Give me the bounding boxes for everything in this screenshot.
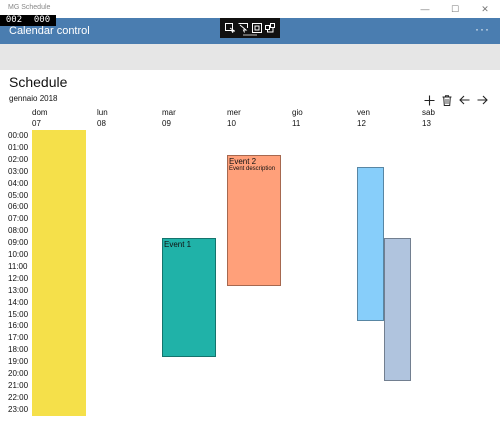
day-name: mar	[162, 108, 176, 117]
hour-label: 10:00	[8, 250, 29, 259]
track-focused-element-button[interactable]	[265, 23, 276, 33]
event-title	[32, 130, 86, 131]
trash-icon	[442, 94, 452, 106]
hour-label: 17:00	[8, 333, 29, 343]
event-title: Event 1	[164, 240, 192, 250]
title-bar: MG Schedule — ☐ ✕	[0, 0, 500, 18]
previous-week-button[interactable]	[457, 93, 471, 107]
hour-label: 14:00	[8, 297, 29, 307]
day-number: 10	[227, 119, 236, 128]
day-number: 13	[422, 119, 431, 128]
maximize-button[interactable]: ☐	[440, 0, 470, 18]
day-header[interactable]: lun 08	[97, 107, 137, 129]
header-title: Calendar control	[9, 25, 90, 37]
close-button[interactable]: ✕	[470, 0, 500, 18]
hour-label: 11:00	[8, 261, 28, 271]
minimize-button[interactable]: —	[410, 0, 440, 18]
day-header[interactable]: sab 13	[422, 107, 462, 129]
hour-label: 04:00	[8, 178, 29, 188]
day-name: gio	[292, 108, 303, 117]
day-number: 09	[162, 119, 171, 128]
fps-counter-right: 000	[33, 15, 51, 25]
select-element-button[interactable]	[238, 23, 249, 33]
event-title: Event 2	[229, 156, 257, 166]
event-block[interactable]	[32, 130, 86, 416]
month-label: gennaio 2018	[9, 94, 58, 103]
add-event-button[interactable]	[422, 93, 436, 107]
hour-label: 22:00	[8, 392, 29, 402]
day-name: sab	[422, 108, 435, 117]
hour-label: 09:00	[8, 238, 29, 248]
hour-label: 13:00	[8, 285, 29, 295]
hour-label: 02:00	[8, 154, 29, 164]
hour-label: 23:00	[8, 404, 29, 414]
event-block[interactable]	[357, 166, 384, 322]
close-icon: ✕	[481, 3, 489, 14]
event-block[interactable]: Event 2 Event description	[227, 154, 281, 286]
hour-label: 06:00	[8, 202, 29, 212]
hour-label: 07:00	[8, 214, 29, 224]
arrow-left-icon	[458, 95, 469, 105]
day-number: 07	[32, 119, 41, 128]
day-number: 12	[357, 119, 366, 128]
add-icon	[424, 95, 434, 105]
event-description: Event description	[229, 165, 276, 172]
maximize-icon: ☐	[450, 3, 460, 14]
day-header[interactable]: gio 11	[292, 107, 332, 129]
hour-label: 18:00	[8, 345, 29, 355]
select-element-icon	[238, 23, 249, 33]
day-header[interactable]: mar 09	[162, 107, 202, 129]
display-layout-adorners-button[interactable]	[251, 23, 262, 33]
hour-label: 15:00	[8, 309, 29, 319]
hour-label: 03:00	[8, 166, 29, 176]
hour-label: 08:00	[8, 226, 29, 236]
command-strip	[0, 44, 500, 70]
go-to-live-tree-button[interactable]	[224, 23, 235, 33]
hour-label: 01:00	[8, 142, 29, 152]
day-header[interactable]: mer 10	[227, 107, 267, 129]
arrow-right-icon	[477, 95, 488, 105]
track-focus-icon	[265, 23, 276, 33]
next-week-button[interactable]	[475, 93, 489, 107]
hour-label: 20:00	[8, 369, 29, 378]
fps-counter-left: 002	[5, 15, 23, 25]
delete-event-button[interactable]	[440, 93, 454, 107]
day-name: dom	[32, 108, 48, 117]
live-tree-icon	[224, 23, 235, 33]
hour-label: 05:00	[8, 190, 29, 200]
hour-label: 16:00	[8, 321, 29, 331]
hour-label: 19:00	[8, 357, 29, 367]
more-options-button[interactable]: ···	[475, 22, 490, 36]
day-header[interactable]: dom 07	[32, 107, 72, 129]
day-name: ven	[357, 108, 370, 117]
schedule-title: Schedule	[9, 74, 68, 90]
day-header[interactable]: ven 12	[357, 107, 397, 129]
event-title	[358, 168, 383, 169]
hour-label: 21:00	[8, 380, 29, 390]
hour-label: 00:00	[8, 131, 29, 140]
day-name: mer	[227, 108, 241, 117]
day-number: 08	[97, 119, 106, 128]
event-title	[385, 239, 410, 240]
app-title: MG Schedule	[8, 4, 51, 11]
minimize-icon: —	[420, 4, 430, 14]
frame-rate-counter: 002 000	[0, 15, 56, 26]
hour-label: 12:00	[8, 273, 29, 283]
event-block[interactable]	[384, 238, 411, 381]
layout-adorners-icon	[251, 23, 262, 33]
debug-toolbar-grip[interactable]	[243, 34, 257, 36]
event-block[interactable]: Event 1	[162, 238, 216, 358]
day-number: 11	[292, 119, 301, 128]
day-name: lun	[97, 108, 108, 117]
